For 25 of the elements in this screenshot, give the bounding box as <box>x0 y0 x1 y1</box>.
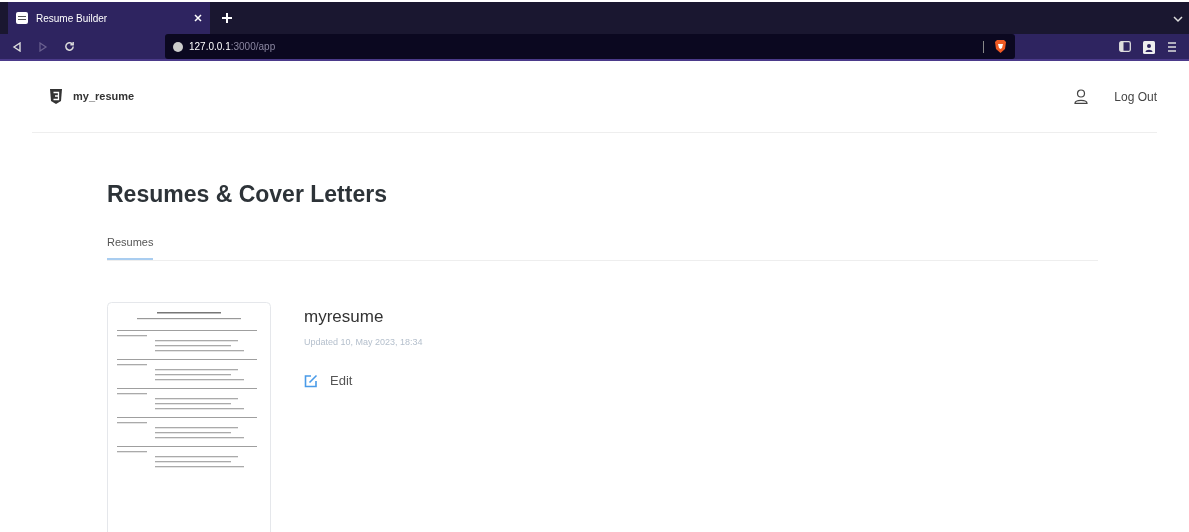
page-icon <box>16 12 28 24</box>
user-icon[interactable] <box>1074 89 1089 104</box>
browser-tab[interactable]: Resume Builder <box>8 2 210 34</box>
info-icon <box>173 41 183 52</box>
wallet-icon[interactable] <box>1143 39 1155 54</box>
new-tab-icon[interactable] <box>222 13 232 23</box>
tab-title: Resume Builder <box>36 11 109 26</box>
url-text: 127.0.0.1:3000/app <box>189 40 276 54</box>
menu-icon[interactable] <box>1167 40 1177 53</box>
close-icon[interactable] <box>194 14 202 22</box>
page-title: Resumes & Cover Letters <box>107 180 388 209</box>
chevron-down-icon[interactable] <box>1173 15 1183 23</box>
edit-icon <box>304 373 318 388</box>
log-out-button[interactable]: Log Out <box>1114 87 1157 106</box>
section-tab[interactable]: Resumes <box>107 233 154 260</box>
reload-icon[interactable] <box>64 41 75 52</box>
lion-shield-icon[interactable] <box>994 39 1007 54</box>
badge-logo-icon <box>50 89 62 104</box>
sidebar-icon[interactable] <box>1119 41 1131 52</box>
edit-button[interactable]: Edit <box>304 371 423 391</box>
address-bar[interactable]: 127.0.0.1:3000/app <box>165 34 1015 59</box>
brand-name[interactable]: my_resume <box>73 88 135 105</box>
back-icon[interactable] <box>12 41 22 52</box>
resume-title[interactable]: myresume <box>304 304 423 330</box>
updated-date: Updated 10, May 2023, 18:34 <box>304 335 423 349</box>
